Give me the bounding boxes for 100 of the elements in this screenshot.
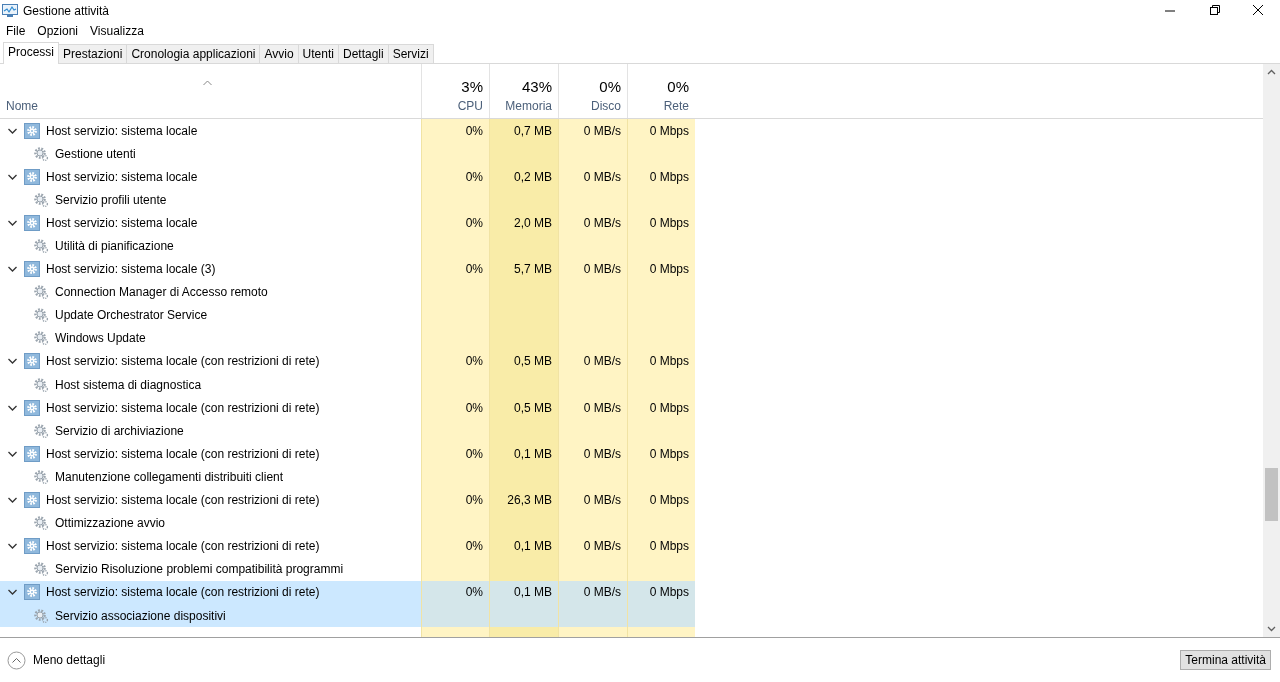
menu-item[interactable]: File	[6, 24, 26, 38]
column-percent[interactable]: 3%	[461, 78, 483, 95]
gear-icon	[33, 145, 49, 162]
process-row[interactable]: Host servizio: sistema locale 0% 2,0 MB 0 MB/s 0 Mbps	[0, 211, 1263, 235]
column-header[interactable]: CPU	[457, 99, 483, 113]
tab[interactable]: Utenti	[297, 44, 339, 63]
menu-item[interactable]: Opzioni	[37, 24, 79, 38]
table-cell: 0 Mbps	[627, 488, 695, 512]
gear-icon	[24, 214, 40, 231]
column-percent[interactable]: 0%	[599, 78, 621, 95]
table-cell: 0 MB/s	[558, 396, 627, 420]
table-cell	[421, 557, 489, 581]
table-cell: 0 Mbps	[627, 580, 695, 604]
gear-icon	[33, 376, 49, 393]
table-cell: 0 Mbps	[627, 211, 695, 235]
chevron-icon[interactable]	[7, 543, 17, 550]
service-name: Windows Update	[55, 331, 146, 346]
end-task-button[interactable]: Termina attività	[1180, 650, 1271, 670]
process-row[interactable]: Host servizio: sistema locale 0% 0,7 MB 0 MB/s 0 Mbps	[0, 119, 1263, 143]
menu-item[interactable]: Visualizza	[90, 24, 144, 38]
gear-icon	[33, 515, 49, 532]
table-cell: 0 MB/s	[558, 257, 627, 281]
table-cell: 0 MB/s	[558, 211, 627, 235]
tab[interactable]: Dettagli	[337, 44, 389, 63]
gear-icon	[33, 307, 49, 324]
column-header[interactable]: Nome	[6, 99, 38, 113]
table-cell: 0 MB/s	[558, 580, 627, 604]
table-cell: 0%	[421, 257, 489, 281]
column-header[interactable]: Rete	[663, 99, 689, 113]
process-name: Host servizio: sistema locale	[46, 123, 198, 138]
gear-icon	[24, 538, 40, 555]
gear-icon	[24, 353, 40, 370]
process-row[interactable]: Host servizio: sistema locale (con restrizioni di rete) 0% 0,1 MB 0 MB/s 0 Mbps	[0, 580, 1263, 604]
chevron-icon[interactable]	[7, 404, 17, 411]
chevron-icon[interactable]	[7, 219, 17, 226]
process-name: Host servizio: sistema locale (con restrizioni di rete)	[46, 354, 320, 369]
service-name: Manutenzione collegamenti distribuiti client	[55, 469, 284, 484]
process-name: Host servizio: sistema locale (3)	[46, 262, 216, 277]
table-cell: 0%	[421, 534, 489, 558]
app-icon	[2, 3, 19, 18]
service-name: Update Orchestrator Service	[55, 308, 208, 323]
fewer-details-link[interactable]: Meno dettagli	[33, 653, 106, 667]
table-cell: 0 MB/s	[558, 534, 627, 558]
process-row[interactable]: Host servizio: sistema locale (con restrizioni di rete) 0% 0,1 MB 0 MB/s 0 Mbps	[0, 442, 1263, 466]
process-row[interactable]: Host servizio: sistema locale (con restrizioni di rete) 0% 0,1 MB 0 MB/s 0 Mbps	[0, 534, 1263, 558]
table-cell: 0 Mbps	[627, 349, 695, 374]
table-cell: 0 Mbps	[627, 442, 695, 466]
table-cell	[489, 627, 558, 637]
process-name: Host servizio: sistema locale	[46, 215, 198, 230]
chevron-icon[interactable]	[7, 358, 17, 365]
process-name: Host servizio: sistema locale	[46, 169, 198, 184]
table-cell: 0%	[421, 442, 489, 466]
process-row[interactable]: Host servizio: sistema locale 0% 0,2 MB 0 MB/s 0 Mbps	[0, 165, 1263, 189]
table-cell	[627, 627, 695, 637]
chevron-icon[interactable]	[7, 450, 17, 457]
table-cell: 0%	[421, 488, 489, 512]
process-row[interactable]: Host servizio: sistema locale (con restrizioni di rete) 0% 0,5 MB 0 MB/s 0 Mbps	[0, 349, 1263, 374]
process-name: Host servizio: sistema locale (con restrizioni di rete)	[46, 446, 320, 461]
process-row[interactable]: Host servizio: sistema locale (3) 0% 5,7 MB 0 MB/s 0 Mbps	[0, 257, 1263, 281]
table-cell: 0,5 MB	[489, 396, 558, 420]
chevron-icon[interactable]	[7, 589, 17, 596]
tab[interactable]: Avvio	[259, 44, 299, 63]
gear-icon	[24, 122, 40, 139]
column-header[interactable]: Disco	[591, 99, 621, 113]
tab[interactable]: Cronologia applicazioni	[126, 44, 261, 63]
column-header[interactable]: Memoria	[505, 99, 552, 113]
chevron-icon[interactable]	[7, 127, 17, 134]
table-cell	[489, 603, 558, 628]
table-cell	[558, 557, 627, 581]
chevron-icon[interactable]	[7, 173, 17, 180]
table-cell: 5,7 MB	[489, 257, 558, 281]
column-percent[interactable]: 0%	[667, 78, 689, 95]
table-cell	[421, 627, 489, 637]
table-cell	[421, 603, 489, 628]
table-cell: 0 MB/s	[558, 349, 627, 374]
gear-icon	[33, 422, 49, 439]
service-name: Servizio profili utente	[55, 192, 167, 207]
table-cell	[558, 627, 627, 637]
gear-icon	[24, 399, 40, 416]
scrollbar-thumb[interactable]	[1265, 468, 1278, 521]
tab[interactable]: Processi	[3, 42, 59, 64]
table-cell: 0%	[421, 349, 489, 374]
gear-icon	[24, 168, 40, 185]
process-row[interactable]: Host servizio: sistema locale (con restrizioni di rete) 0% 26,3 MB 0 MB/s 0 Mbps	[0, 488, 1263, 512]
table-cell: 0%	[421, 119, 489, 143]
table-cell: 0 Mbps	[627, 165, 695, 189]
chevron-icon[interactable]	[7, 266, 17, 273]
chevron-icon[interactable]	[7, 497, 17, 504]
service-name: Ottimizzazione avvio	[55, 516, 166, 531]
table-cell	[627, 603, 695, 628]
table-cell: 0%	[421, 580, 489, 604]
tab[interactable]: Prestazioni	[58, 44, 128, 63]
tab[interactable]: Servizi	[387, 44, 434, 63]
service-name: Host sistema di diagnostica	[55, 377, 202, 392]
gear-icon	[33, 330, 49, 347]
gear-icon	[33, 561, 49, 578]
column-percent[interactable]: 43%	[521, 78, 552, 95]
process-name: Host servizio: sistema locale (con restrizioni di rete)	[46, 400, 320, 415]
window-title: Gestione attività	[23, 3, 110, 18]
process-row[interactable]: Host servizio: sistema locale (con restrizioni di rete) 0% 0,5 MB 0 MB/s 0 Mbps	[0, 396, 1263, 420]
